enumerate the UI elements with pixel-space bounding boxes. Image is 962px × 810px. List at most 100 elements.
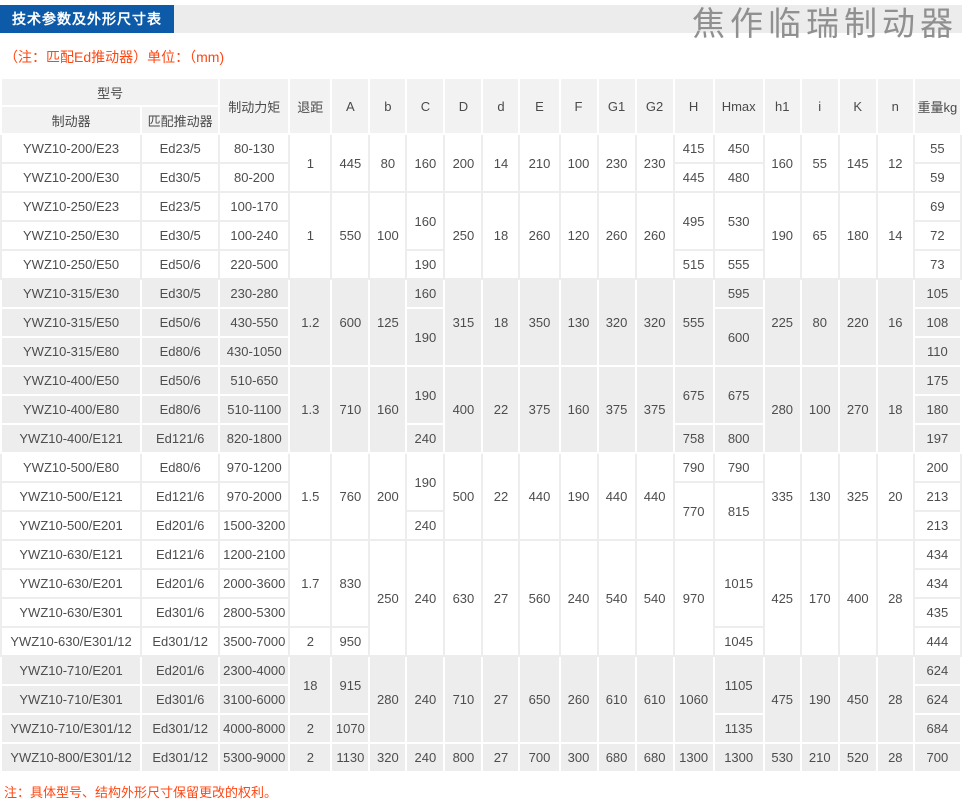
table-cell: 110 [914, 337, 961, 366]
table-cell: 675 [714, 366, 764, 424]
table-cell: 190 [560, 453, 598, 540]
table-cell: 515 [674, 250, 714, 279]
table-cell: 2800-5300 [219, 598, 289, 627]
table-cell: 540 [636, 540, 674, 656]
table-cell: 73 [914, 250, 961, 279]
table-row: YWZ10-800/E301/12Ed301/125300-9000211303… [1, 743, 961, 772]
table-cell: 1.3 [289, 366, 331, 453]
table-cell: 530 [764, 743, 801, 772]
table-cell: Ed201/6 [141, 511, 219, 540]
table-cell: 970 [674, 540, 714, 656]
table-cell: 190 [406, 308, 444, 366]
table-cell: 475 [764, 656, 801, 743]
col-header-retreat: 退距 [289, 78, 331, 134]
model-cell: YWZ10-500/E80 [1, 453, 141, 482]
col-header-hmax: Hmax [714, 78, 764, 134]
model-cell: YWZ10-630/E201 [1, 569, 141, 598]
col-header-d: d [482, 78, 519, 134]
table-cell: 440 [519, 453, 559, 540]
table-cell: 210 [519, 134, 559, 192]
table-cell: 434 [914, 569, 961, 598]
table-cell: 28 [877, 656, 914, 743]
table-cell: 950 [331, 627, 369, 656]
table-cell: 12 [877, 134, 914, 192]
table-cell: 225 [764, 279, 801, 366]
table-cell: 160 [560, 366, 598, 453]
table-cell: 530 [714, 192, 764, 250]
table-cell: 190 [406, 453, 444, 511]
table-cell: Ed121/6 [141, 424, 219, 453]
table-cell: 2000-3600 [219, 569, 289, 598]
table-cell: 190 [764, 192, 801, 279]
table-cell: 240 [406, 424, 444, 453]
col-header-n: n [877, 78, 914, 134]
table-row: YWZ10-500/E80Ed80/6970-12001.57602001905… [1, 453, 961, 482]
unit-note: （注：匹配Ed推动器）单位：（mm) [4, 47, 962, 67]
model-cell: YWZ10-630/E301/12 [1, 627, 141, 656]
table-cell: 180 [914, 395, 961, 424]
top-bar: 技术参数及外形尺寸表 焦作临瑞制动器 [0, 5, 962, 33]
table-cell: 320 [636, 279, 674, 366]
table-cell: 335 [764, 453, 801, 540]
table-cell: 600 [331, 279, 369, 366]
model-cell: YWZ10-710/E301 [1, 685, 141, 714]
table-cell: 555 [674, 279, 714, 366]
model-cell: YWZ10-800/E301/12 [1, 743, 141, 772]
table-cell: 425 [764, 540, 801, 656]
table-cell: 80-130 [219, 134, 289, 163]
table-cell: 1135 [714, 714, 764, 743]
col-header-b: b [369, 78, 406, 134]
table-cell: 20 [877, 453, 914, 540]
table-cell: Ed201/6 [141, 656, 219, 685]
model-cell: YWZ10-250/E30 [1, 221, 141, 250]
table-cell: 1500-3200 [219, 511, 289, 540]
table-cell: 145 [839, 134, 877, 192]
table-body: YWZ10-200/E23Ed23/580-130144580160200142… [1, 134, 961, 772]
table-cell: 280 [764, 366, 801, 453]
table-cell: 160 [406, 279, 444, 308]
col-header-k: K [839, 78, 877, 134]
table-cell: 700 [519, 743, 559, 772]
model-cell: YWZ10-315/E80 [1, 337, 141, 366]
table-cell: 260 [636, 192, 674, 279]
table-cell: 200 [914, 453, 961, 482]
table-cell: 445 [674, 163, 714, 192]
table-cell: 22 [482, 453, 519, 540]
table-cell: 560 [519, 540, 559, 656]
table-cell: 80 [801, 279, 839, 366]
table-cell: 480 [714, 163, 764, 192]
table-cell: 280 [369, 656, 406, 743]
table-cell: 680 [598, 743, 636, 772]
table-cell: 510-1100 [219, 395, 289, 424]
table-cell: 520 [839, 743, 877, 772]
table-cell: 2 [289, 743, 331, 772]
model-cell: YWZ10-200/E30 [1, 163, 141, 192]
table-cell: 500 [444, 453, 482, 540]
table-cell: 2 [289, 714, 331, 743]
table-cell: 758 [674, 424, 714, 453]
table-cell: 100-170 [219, 192, 289, 221]
table-cell: 14 [877, 192, 914, 279]
table-cell: 213 [914, 511, 961, 540]
model-cell: YWZ10-200/E23 [1, 134, 141, 163]
table-cell: 230 [636, 134, 674, 192]
table-cell: 65 [801, 192, 839, 279]
table-cell: 210 [801, 743, 839, 772]
table-cell: 5300-9000 [219, 743, 289, 772]
model-cell: YWZ10-400/E50 [1, 366, 141, 395]
table-cell: 230 [598, 134, 636, 192]
table-cell: 14 [482, 134, 519, 192]
model-cell: YWZ10-400/E80 [1, 395, 141, 424]
header-row-1: 型号 制动力矩 退距 AbCDdEFG1G2HHmaxh1iKn重量kg [1, 78, 961, 106]
table-cell: 680 [636, 743, 674, 772]
table-cell: 800 [714, 424, 764, 453]
table-cell: 260 [519, 192, 559, 279]
table-cell: 675 [674, 366, 714, 424]
table-cell: 230-280 [219, 279, 289, 308]
table-cell: 550 [331, 192, 369, 279]
table-row: YWZ10-400/E50Ed50/6510-6501.371016019040… [1, 366, 961, 395]
table-cell: 22 [482, 366, 519, 453]
table-cell: 55 [914, 134, 961, 163]
table-cell: 684 [914, 714, 961, 743]
table-cell: Ed301/12 [141, 627, 219, 656]
